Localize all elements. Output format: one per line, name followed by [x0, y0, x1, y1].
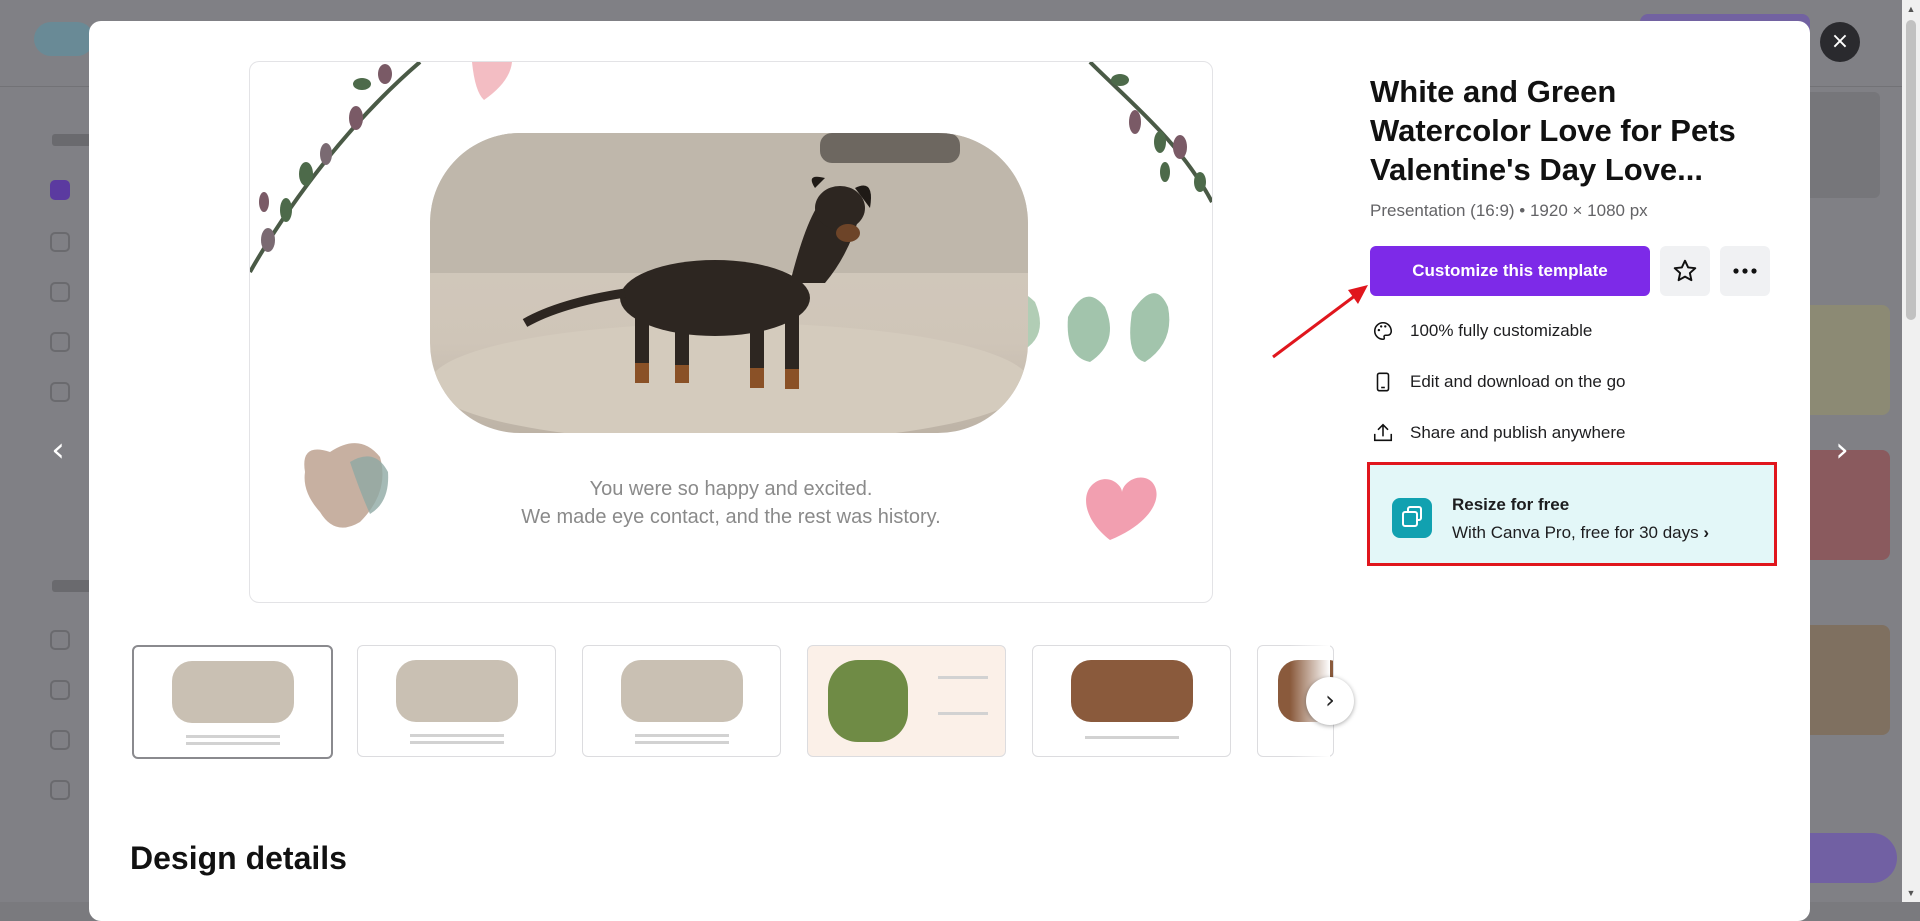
chevron-right-icon: › — [1835, 430, 1849, 470]
feature-mobile: Edit and download on the go — [1370, 369, 1626, 395]
thumbnail-text-line — [1085, 736, 1179, 739]
chevron-left-icon: ‹ — [51, 430, 65, 470]
slide-thumbnail[interactable] — [132, 645, 333, 759]
backdrop-checkbox — [50, 780, 70, 800]
template-preview[interactable]: You were so happy and excited. We made e… — [249, 61, 1213, 603]
more-icon — [1733, 268, 1757, 274]
slide-caption-line-2: We made eye contact, and the rest was hi… — [521, 506, 941, 528]
thumbnail-text-line — [938, 676, 988, 679]
thumbnail-photo — [172, 661, 294, 723]
resize-subtitle: With Canva Pro, free for 30 days › — [1452, 523, 1709, 543]
star-icon — [1673, 259, 1697, 281]
backdrop-checkbox — [50, 232, 70, 252]
feature-customizable: 100% fully customizable — [1370, 318, 1592, 344]
backdrop-checkbox — [50, 382, 70, 402]
thumbnail-photo — [621, 660, 743, 722]
feature-share: Share and publish anywhere — [1370, 420, 1625, 446]
scrollbar-thumb[interactable] — [1906, 20, 1916, 320]
slide-caption-line-1: You were so happy and excited. — [589, 478, 873, 500]
next-template-button[interactable]: › — [1822, 430, 1862, 470]
resize-subtitle-text: With Canva Pro, free for 30 days — [1452, 523, 1699, 542]
backdrop-checkbox — [50, 680, 70, 700]
phone-icon — [1370, 369, 1396, 395]
canva-logo — [34, 22, 94, 56]
feature-label: Edit and download on the go — [1410, 372, 1626, 391]
previous-template-button[interactable]: ‹ — [38, 430, 78, 470]
thumbnail-text-line — [635, 741, 729, 744]
resize-icon — [1392, 498, 1432, 538]
annotation-arrow-icon — [1272, 285, 1368, 359]
more-options-button[interactable] — [1720, 246, 1770, 296]
slide-thumbnail[interactable] — [1032, 645, 1231, 757]
chevron-right-icon: › — [1703, 523, 1710, 542]
slide-thumbnail[interactable] — [582, 645, 781, 757]
customize-template-button[interactable]: Customize this template — [1370, 246, 1650, 296]
resize-for-free-promo[interactable]: Resize for free With Canva Pro, free for… — [1367, 462, 1777, 566]
design-details-heading: Design details — [130, 840, 347, 876]
slide-thumbnail[interactable] — [807, 645, 1006, 757]
dog-photo — [430, 133, 1028, 433]
backdrop-checkbox — [50, 332, 70, 352]
thumbnail-text-line — [410, 734, 504, 737]
scroll-up-arrow-icon[interactable]: ▲ — [1904, 2, 1918, 16]
thumbnail-photo — [828, 660, 908, 742]
resize-title: Resize for free — [1452, 495, 1570, 514]
dog-illustration — [430, 133, 1028, 433]
thumbnail-text-line — [186, 742, 280, 745]
thumbnail-photo — [396, 660, 518, 722]
thumbnail-text-line — [186, 735, 280, 738]
close-button[interactable]: × — [1820, 22, 1860, 62]
backdrop-checkbox — [50, 630, 70, 650]
chevron-right-icon: › — [1325, 686, 1335, 714]
template-title: White and Green Watercolor Love for Pets… — [1370, 74, 1736, 187]
scroll-down-arrow-icon[interactable]: ▼ — [1904, 886, 1918, 900]
thumbnail-text-line — [938, 712, 988, 715]
template-meta: Presentation (16:9) • 1920 × 1080 px — [1370, 201, 1648, 220]
thumbnail-text-line — [635, 734, 729, 737]
favorite-button[interactable] — [1660, 246, 1710, 296]
backdrop-checkbox — [50, 730, 70, 750]
feature-label: 100% fully customizable — [1410, 321, 1593, 340]
slide-thumbnail[interactable] — [357, 645, 556, 757]
thumbnail-photo — [1071, 660, 1193, 722]
thumbnails-next-button[interactable]: › — [1306, 677, 1354, 725]
share-icon — [1370, 420, 1396, 446]
close-icon: × — [1830, 29, 1850, 54]
backdrop-checkbox — [50, 180, 70, 200]
backdrop-checkbox — [50, 282, 70, 302]
feature-label: Share and publish anywhere — [1410, 423, 1626, 442]
thumbnail-text-line — [410, 741, 504, 744]
